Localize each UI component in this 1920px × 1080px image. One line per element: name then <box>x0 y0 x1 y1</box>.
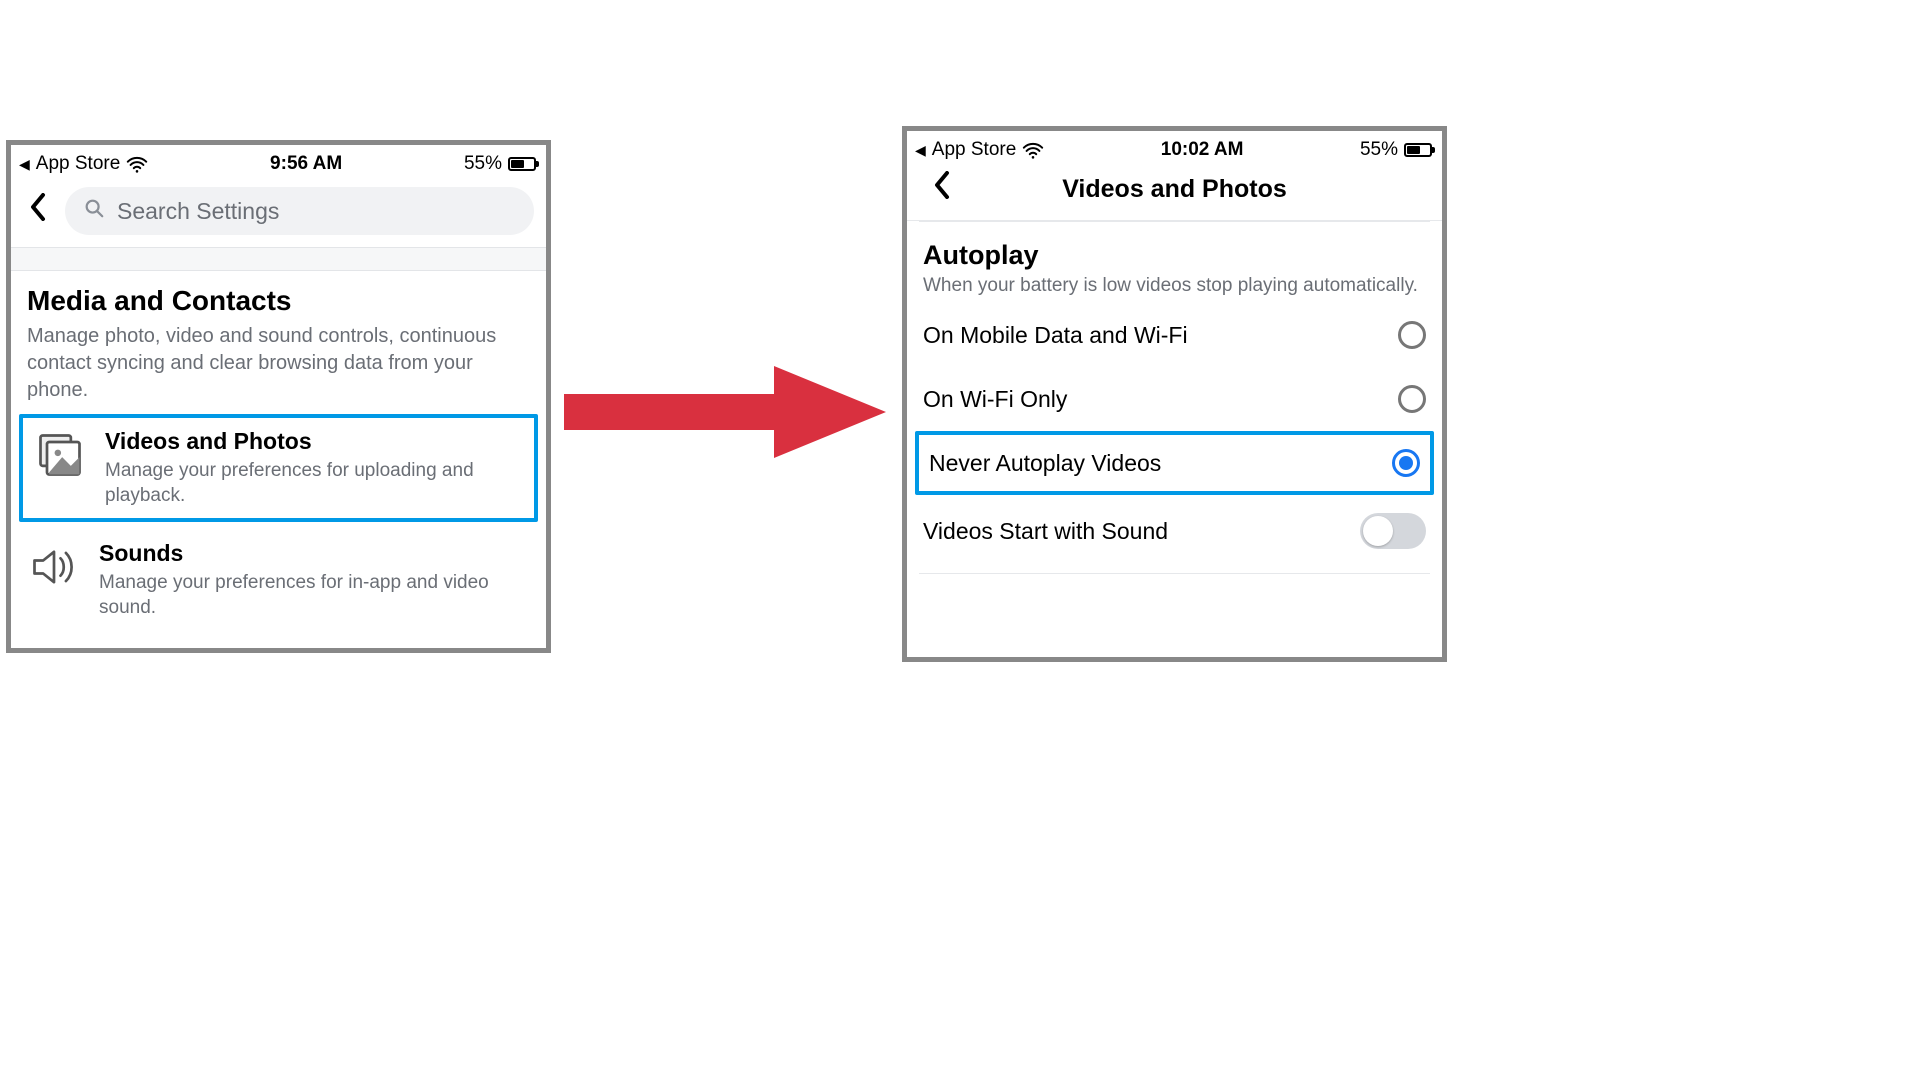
setting-row-videos-and-photos[interactable]: Videos and Photos Manage your preference… <box>23 418 534 518</box>
autoplay-option-never[interactable]: Never Autoplay Videos <box>919 435 1430 491</box>
phone-settings-search: ◀ App Store 9:56 AM 55% <box>6 140 551 653</box>
back-to-app-icon: ◀ <box>915 143 926 157</box>
wifi-icon <box>1022 139 1044 161</box>
wifi-icon <box>126 153 148 175</box>
page-title: Videos and Photos <box>1062 175 1287 204</box>
option-label: On Mobile Data and Wi-Fi <box>923 322 1188 349</box>
status-back-label[interactable]: App Store <box>36 153 121 175</box>
toggle-label: Videos Start with Sound <box>923 518 1168 545</box>
back-button[interactable] <box>927 171 957 207</box>
videos-start-with-sound-row[interactable]: Videos Start with Sound <box>907 495 1442 567</box>
highlight-never-autoplay: Never Autoplay Videos <box>915 431 1434 495</box>
setting-row-title: Videos and Photos <box>105 428 524 455</box>
speaker-icon <box>27 540 81 594</box>
option-label: Never Autoplay Videos <box>929 450 1161 477</box>
status-back-label[interactable]: App Store <box>932 139 1017 161</box>
autoplay-option-mobile-and-wifi[interactable]: On Mobile Data and Wi-Fi <box>907 303 1442 367</box>
status-time: 10:02 AM <box>1161 139 1244 161</box>
setting-row-description: Manage your preferences for in-app and v… <box>99 571 530 620</box>
status-battery-pct: 55% <box>1360 139 1398 161</box>
status-bar: ◀ App Store 10:02 AM 55% <box>907 131 1442 165</box>
radio-icon <box>1398 385 1426 413</box>
search-icon <box>83 197 105 225</box>
option-label: On Wi-Fi Only <box>923 386 1067 413</box>
autoplay-option-wifi-only[interactable]: On Wi-Fi Only <box>907 367 1442 431</box>
search-placeholder: Search Settings <box>117 198 279 225</box>
setting-row-description: Manage your preferences for uploading an… <box>105 459 524 508</box>
search-input[interactable]: Search Settings <box>65 187 534 235</box>
radio-icon <box>1398 321 1426 349</box>
autoplay-title: Autoplay <box>923 240 1426 271</box>
nav-row: Search Settings <box>11 179 546 247</box>
title-row: Videos and Photos <box>907 165 1442 221</box>
radio-icon-selected <box>1392 449 1420 477</box>
setting-row-title: Sounds <box>99 540 530 567</box>
hairline-divider <box>919 573 1430 574</box>
battery-icon <box>508 157 536 171</box>
status-bar: ◀ App Store 9:56 AM 55% <box>11 145 546 179</box>
back-to-app-icon: ◀ <box>19 157 30 171</box>
battery-icon <box>1404 143 1432 157</box>
autoplay-section-header: Autoplay When your battery is low videos… <box>907 222 1442 303</box>
arrow-right-icon <box>564 358 894 466</box>
section-title: Media and Contacts <box>27 285 530 317</box>
section-description: Manage photo, video and sound controls, … <box>27 323 530 404</box>
section-divider <box>11 247 546 271</box>
setting-row-sounds[interactable]: Sounds Manage your preferences for in-ap… <box>11 526 546 634</box>
section-header: Media and Contacts Manage photo, video a… <box>11 271 546 410</box>
status-battery-pct: 55% <box>464 153 502 175</box>
back-button[interactable] <box>23 193 53 229</box>
phone-videos-and-photos: ◀ App Store 10:02 AM 55% <box>902 126 1447 662</box>
photos-icon <box>33 428 87 482</box>
highlight-videos-and-photos: Videos and Photos Manage your preference… <box>19 414 538 522</box>
status-time: 9:56 AM <box>270 153 342 175</box>
toggle-off-icon[interactable] <box>1360 513 1426 549</box>
autoplay-description: When your battery is low videos stop pla… <box>923 275 1426 297</box>
